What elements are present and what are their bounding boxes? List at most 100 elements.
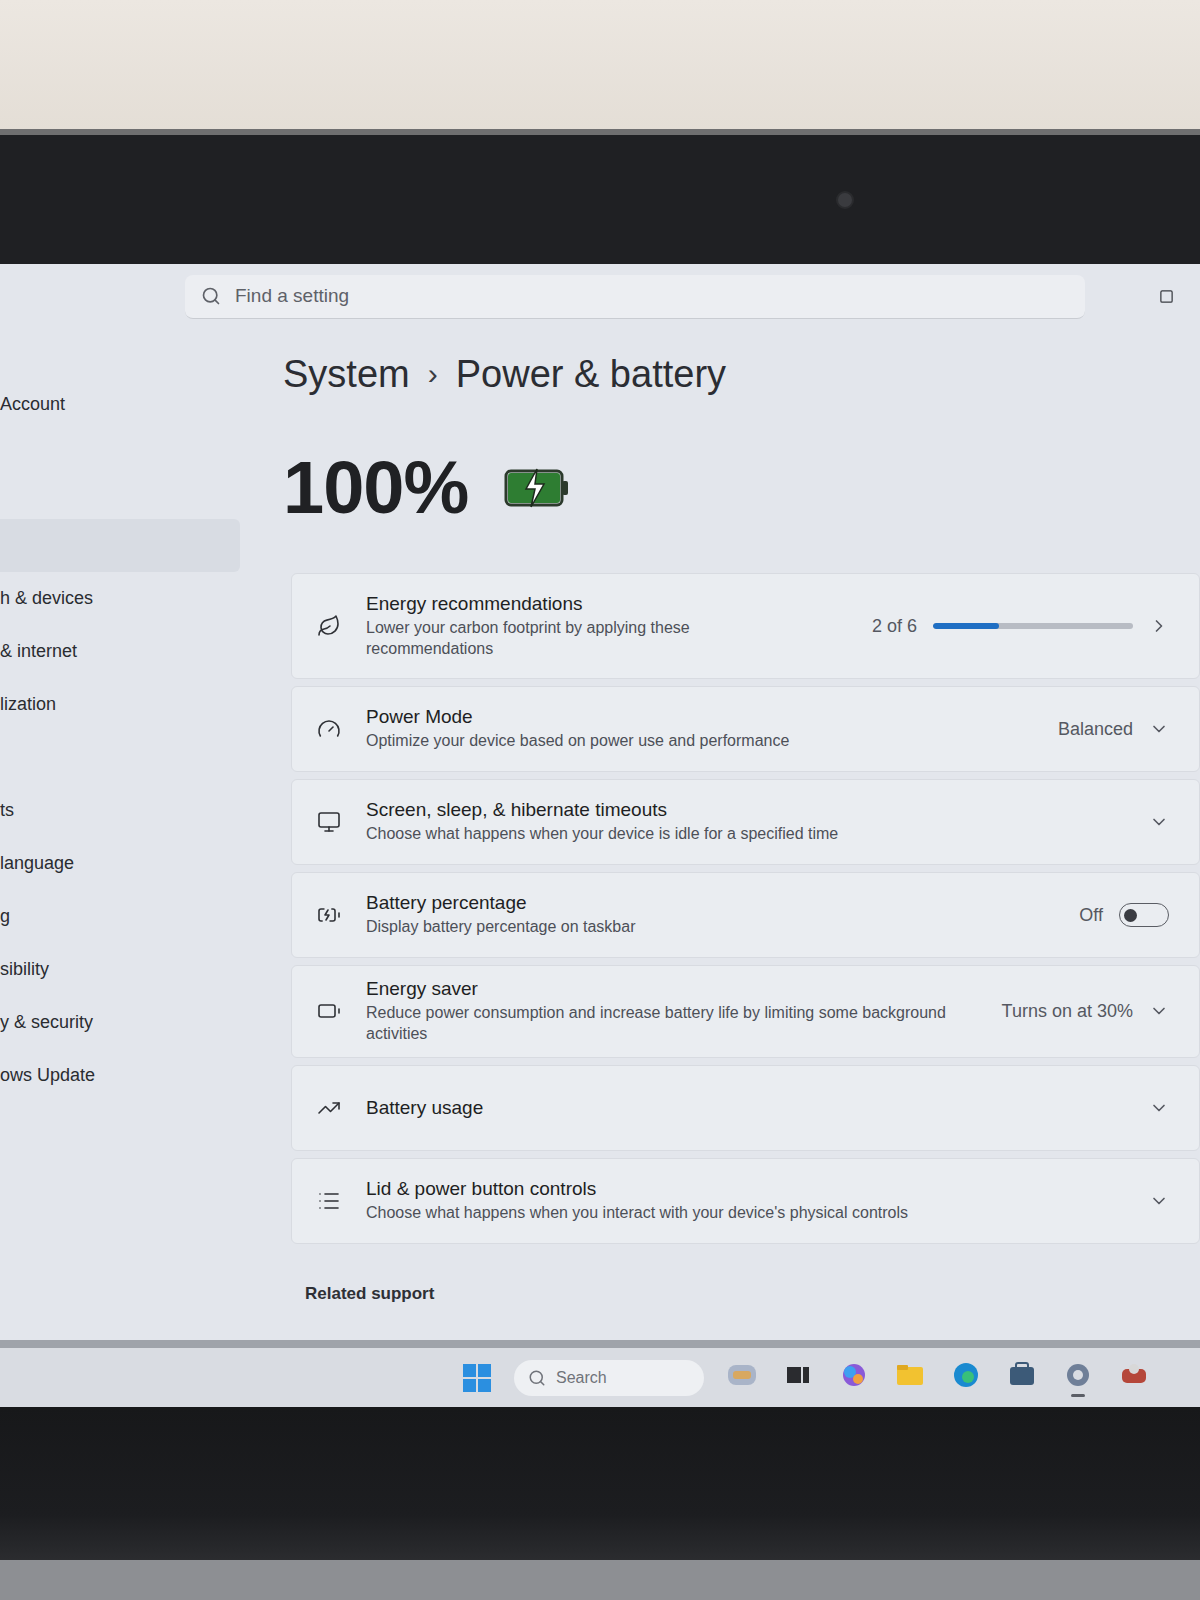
- breadcrumb-current: Power & battery: [456, 353, 726, 396]
- taskbar-app[interactable]: [894, 1358, 926, 1398]
- battery-saver-icon: [317, 999, 341, 1023]
- setting-text: Power Mode Optimize your device based on …: [366, 706, 966, 752]
- chevron-down-icon[interactable]: [1149, 812, 1169, 832]
- setting-text: Energy recommendations Lower your carbon …: [366, 593, 726, 660]
- setting-description: Choose what happens when your device is …: [366, 824, 966, 845]
- search-placeholder: Find a setting: [235, 285, 349, 307]
- taskbar-app[interactable]: [1118, 1358, 1150, 1398]
- settings-list: Energy recommendations Lower your carbon …: [291, 573, 1200, 1244]
- gauge-icon: [317, 717, 341, 741]
- chevron-down-icon[interactable]: [1149, 719, 1169, 739]
- camera: [836, 191, 854, 209]
- sidebar-item[interactable]: ows Update: [0, 1049, 240, 1102]
- running-indicator: [1071, 1394, 1085, 1397]
- dropdown[interactable]: Turns on at 30%: [1002, 1001, 1169, 1022]
- setting-title: Battery usage: [366, 1097, 966, 1119]
- sidebar-item[interactable]: g: [0, 890, 240, 943]
- setting-text: Lid & power button controlsChoose what h…: [366, 1178, 966, 1224]
- setting-row[interactable]: Screen, sleep, & hibernate timeoutsChoos…: [291, 779, 1200, 865]
- setting-description: Lower your carbon footprint by applying …: [366, 618, 726, 660]
- taskbar-app[interactable]: [950, 1358, 982, 1398]
- taskbar-search[interactable]: Search: [514, 1360, 704, 1396]
- maximize-icon[interactable]: [1159, 289, 1174, 304]
- windows-start-icon[interactable]: [462, 1363, 492, 1393]
- setting-title: Energy recommendations: [366, 593, 726, 615]
- setting-description: Reduce power consumption and increase ba…: [366, 1003, 966, 1045]
- taskbar-app[interactable]: [1006, 1358, 1038, 1398]
- chart-line-icon: [317, 1096, 341, 1120]
- file-explorer-icon[interactable]: [894, 1359, 926, 1391]
- toggle-switch[interactable]: [1119, 903, 1169, 927]
- setting-title: Power Mode: [366, 706, 966, 728]
- sidebar-item[interactable]: sibility: [0, 943, 240, 996]
- setting-row[interactable]: Battery percentageDisplay battery percen…: [291, 872, 1200, 958]
- expander[interactable]: [1149, 1098, 1169, 1118]
- photo: Find a setting Account h & devices& intern…: [0, 0, 1200, 1600]
- chevron-down-icon[interactable]: [1149, 1191, 1169, 1211]
- setting-icon-box: [314, 1093, 344, 1123]
- running-indicator: [847, 1394, 861, 1397]
- settings-body: Account h & devices& internetlization tsla…: [0, 329, 1200, 1340]
- taskbar-apps: [726, 1358, 1150, 1398]
- search-icon: [528, 1369, 546, 1387]
- setting-row[interactable]: Energy recommendations Lower your carbon …: [291, 573, 1200, 679]
- sidebar-item[interactable]: h & devices: [0, 572, 240, 625]
- setting-text: Battery percentageDisplay battery percen…: [366, 892, 966, 938]
- taskbar-search-placeholder: Search: [556, 1369, 607, 1387]
- widgets-icon[interactable]: [726, 1359, 758, 1391]
- dropdown-value: Turns on at 30%: [1002, 1001, 1133, 1022]
- setting-description: Choose what happens when you interact wi…: [366, 1203, 966, 1224]
- sidebar-item[interactable]: Account: [0, 384, 240, 424]
- setting-text: Energy saver Reduce power consumption and…: [366, 978, 966, 1045]
- setting-icon-box: [314, 996, 344, 1026]
- taskbar-app[interactable]: [838, 1358, 870, 1398]
- chevron-down-icon[interactable]: [1149, 1001, 1169, 1021]
- expander[interactable]: [1149, 812, 1169, 832]
- taskbar-app[interactable]: [726, 1358, 758, 1398]
- chevron-right-icon[interactable]: [1149, 616, 1169, 636]
- running-indicator: [1127, 1394, 1141, 1397]
- sidebar-item[interactable]: lization: [0, 678, 240, 731]
- store-icon[interactable]: [1006, 1359, 1038, 1391]
- sidebar-item[interactable]: & internet: [0, 625, 240, 678]
- setting-icon-box: [314, 807, 344, 837]
- search-icon: [201, 286, 221, 306]
- chevron-down-icon[interactable]: [1149, 1098, 1169, 1118]
- settings-icon[interactable]: [1062, 1359, 1094, 1391]
- sidebar: Account h & devices& internetlization tsla…: [0, 329, 248, 1340]
- app-icon[interactable]: [1118, 1359, 1150, 1391]
- title-bar: Find a setting: [0, 264, 1200, 329]
- related-support-heading: Related support: [305, 1284, 1200, 1304]
- taskbar-app[interactable]: [1062, 1358, 1094, 1398]
- setting-title: Battery percentage: [366, 892, 966, 914]
- taskbar: Search: [0, 1340, 1200, 1407]
- setting-icon-box: [314, 1186, 344, 1216]
- setting-row[interactable]: Lid & power button controlsChoose what h…: [291, 1158, 1200, 1244]
- copilot-icon[interactable]: [838, 1359, 870, 1391]
- expander[interactable]: [1149, 1191, 1169, 1211]
- setting-row[interactable]: Battery usage: [291, 1065, 1200, 1151]
- sidebar-item[interactable]: [0, 519, 240, 572]
- setting-description: Optimize your device based on power use …: [366, 731, 966, 752]
- sidebar-item[interactable]: language: [0, 837, 240, 890]
- setting-row[interactable]: Energy saver Reduce power consumption and…: [291, 965, 1200, 1058]
- task-view-icon[interactable]: [782, 1359, 814, 1391]
- toggle-control[interactable]: Off: [1079, 903, 1169, 927]
- setting-title: Energy saver: [366, 978, 966, 1000]
- progress-fill: [933, 623, 999, 629]
- sidebar-item[interactable]: [0, 731, 240, 784]
- running-indicator: [791, 1394, 805, 1397]
- dropdown-value: Balanced: [1058, 719, 1133, 740]
- setting-row[interactable]: Power Mode Optimize your device based on …: [291, 686, 1200, 772]
- taskbar-app[interactable]: [782, 1358, 814, 1398]
- breadcrumb-parent[interactable]: System: [283, 353, 410, 396]
- progress-control[interactable]: 2 of 6: [872, 616, 1169, 637]
- settings-search[interactable]: Find a setting: [185, 275, 1085, 319]
- edge-icon[interactable]: [950, 1359, 982, 1391]
- sidebar-item[interactable]: ts: [0, 784, 240, 837]
- setting-text: Battery usage: [366, 1097, 966, 1119]
- dropdown[interactable]: Balanced: [1058, 719, 1169, 740]
- toggle-knob: [1124, 909, 1137, 922]
- progress-value: 2 of 6: [872, 616, 917, 637]
- sidebar-item[interactable]: y & security: [0, 996, 240, 1049]
